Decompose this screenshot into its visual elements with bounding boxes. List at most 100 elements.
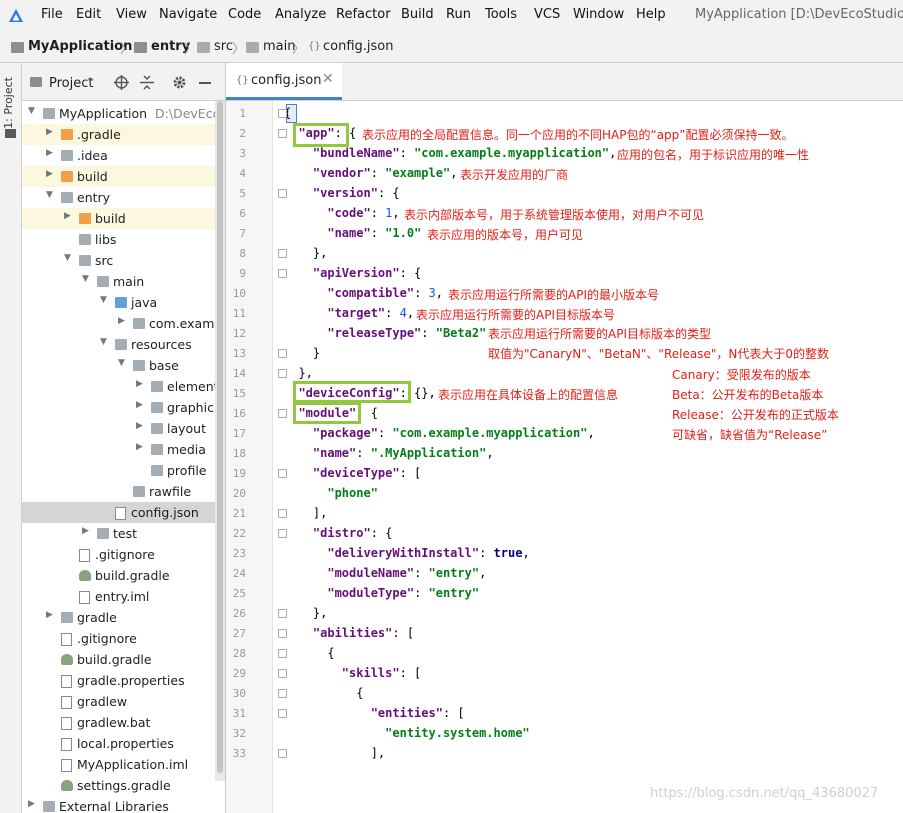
fold-marker-icon[interactable] <box>278 529 287 538</box>
fold-marker-icon[interactable] <box>278 509 287 518</box>
tree-item[interactable]: ▶ media <box>22 439 215 460</box>
expanded-arrow-icon[interactable]: ▼ <box>118 358 125 368</box>
collapsed-arrow-icon[interactable]: ▶ <box>136 421 143 431</box>
tree-item[interactable]: ▶ External Libraries <box>22 796 215 813</box>
scrollbar-thumb[interactable] <box>217 101 223 773</box>
fold-marker-icon[interactable] <box>278 709 287 718</box>
tree-item[interactable]: MyApplication.iml <box>22 754 215 775</box>
fold-marker-icon[interactable] <box>278 249 287 258</box>
tree-item[interactable]: ▼ MyApplicationD:\DevEcoSt <box>22 103 225 124</box>
fold-marker-icon[interactable] <box>278 409 287 418</box>
tree-item[interactable]: ▶ .idea <box>22 145 215 166</box>
expanded-arrow-icon[interactable]: ▼ <box>100 337 107 347</box>
tree-item[interactable]: ▼ main <box>22 271 215 292</box>
tree-item[interactable]: ▼ entry <box>22 187 215 208</box>
expanded-arrow-icon[interactable]: ▼ <box>46 190 53 200</box>
tree-item[interactable]: ▶ test <box>22 523 215 544</box>
tree-item[interactable]: libs <box>22 229 215 250</box>
expanded-arrow-icon[interactable]: ▼ <box>100 295 107 305</box>
fold-marker-icon[interactable] <box>278 649 287 658</box>
tree-scrollbar[interactable] <box>215 101 225 781</box>
tree-item[interactable]: rawfile <box>22 481 215 502</box>
collapsed-arrow-icon[interactable]: ▶ <box>46 169 53 179</box>
tree-item[interactable]: ▼ java <box>22 292 215 313</box>
expanded-arrow-icon[interactable]: ▼ <box>64 253 71 263</box>
locate-target-icon[interactable] <box>114 75 129 90</box>
collapsed-arrow-icon[interactable]: ▶ <box>118 316 125 326</box>
fold-marker-icon[interactable] <box>278 469 287 478</box>
collapsed-arrow-icon[interactable]: ▶ <box>136 442 143 452</box>
collapsed-arrow-icon[interactable]: ▶ <box>64 211 71 221</box>
tree-item[interactable]: gradlew <box>22 691 215 712</box>
breadcrumb-config[interactable]: config.json <box>323 39 394 54</box>
expanded-arrow-icon[interactable]: ▼ <box>28 106 35 116</box>
collapsed-arrow-icon[interactable]: ▶ <box>136 379 143 389</box>
tree-item[interactable]: .gitignore <box>22 628 215 649</box>
expanded-arrow-icon[interactable]: ▼ <box>82 274 89 284</box>
collapsed-arrow-icon[interactable]: ▶ <box>46 148 53 158</box>
menu-run[interactable]: Run <box>446 7 471 22</box>
menu-edit[interactable]: Edit <box>76 7 101 22</box>
tree-item[interactable]: settings.gradle <box>22 775 215 796</box>
tree-item[interactable]: .gitignore <box>22 544 215 565</box>
fold-marker-icon[interactable] <box>278 629 287 638</box>
tree-item[interactable]: ▶ build <box>22 166 215 187</box>
tree-item[interactable]: ▼ src <box>22 250 215 271</box>
collapsed-arrow-icon[interactable]: ▶ <box>136 400 143 410</box>
menu-help[interactable]: Help <box>636 7 666 22</box>
fold-marker-icon[interactable] <box>278 269 287 278</box>
tab-config-json[interactable]: {} config.json ✕ <box>226 63 342 100</box>
fold-marker-icon[interactable] <box>278 109 287 118</box>
menu-code[interactable]: Code <box>228 7 261 22</box>
fold-marker-icon[interactable] <box>278 369 287 378</box>
breadcrumb-main[interactable]: main <box>263 39 295 54</box>
menu-analyze[interactable]: Analyze <box>275 7 326 22</box>
tree-item[interactable]: local.properties <box>22 733 215 754</box>
tree-item[interactable]: ▶ graphic <box>22 397 215 418</box>
menu-navigate[interactable]: Navigate <box>159 7 217 22</box>
tree-item[interactable]: ▶ gradle <box>22 607 215 628</box>
close-icon[interactable]: ✕ <box>322 71 334 87</box>
menu-window[interactable]: Window <box>573 7 624 22</box>
tree-item[interactable]: config.json <box>22 502 215 523</box>
project-view-selector[interactable]: Project <box>49 76 93 91</box>
fold-marker-icon[interactable] <box>278 689 287 698</box>
fold-marker-icon[interactable] <box>278 189 287 198</box>
menu-vcs[interactable]: VCS <box>534 7 560 22</box>
tree-item[interactable]: entry.iml <box>22 586 215 607</box>
menu-build[interactable]: Build <box>401 7 434 22</box>
tree-item[interactable]: ▶ layout <box>22 418 215 439</box>
fold-marker-icon[interactable] <box>278 749 287 758</box>
menu-refactor[interactable]: Refactor <box>336 7 391 22</box>
fold-marker-icon[interactable] <box>278 669 287 678</box>
fold-marker-icon[interactable] <box>278 129 287 138</box>
breadcrumb-project[interactable]: MyApplication <box>28 39 132 54</box>
tree-item[interactable]: ▶ build <box>22 208 215 229</box>
collapsed-arrow-icon[interactable]: ▶ <box>82 526 89 536</box>
breadcrumb-src[interactable]: src <box>214 39 233 54</box>
tree-item[interactable]: ▼ resources <box>22 334 215 355</box>
menu-tools[interactable]: Tools <box>485 7 517 22</box>
dropdown-arrow-icon[interactable]: ▾ <box>88 76 93 86</box>
window-title: MyApplication [D:\DevEcoStudioPro <box>695 7 903 22</box>
collapsed-arrow-icon[interactable]: ▶ <box>46 610 53 620</box>
tree-item[interactable]: ▶ .gradle <box>22 124 215 145</box>
tree-item[interactable]: build.gradle <box>22 565 215 586</box>
tree-item[interactable]: gradle.properties <box>22 670 215 691</box>
tree-item[interactable]: gradlew.bat <box>22 712 215 733</box>
collapse-all-icon[interactable] <box>140 75 154 90</box>
minimize-icon[interactable] <box>199 82 211 84</box>
collapsed-arrow-icon[interactable]: ▶ <box>46 127 53 137</box>
tree-item[interactable]: profile <box>22 460 215 481</box>
menu-view[interactable]: View <box>116 7 147 22</box>
fold-marker-icon[interactable] <box>278 609 287 618</box>
tree-item[interactable]: ▶ element <box>22 376 219 397</box>
tree-item[interactable]: ▶ com.example <box>22 313 225 334</box>
tree-item[interactable]: build.gradle <box>22 649 215 670</box>
menu-file[interactable]: File <box>41 7 63 22</box>
project-tool-button[interactable]: 1: Project <box>2 77 15 129</box>
gear-icon[interactable] <box>172 75 187 90</box>
fold-marker-icon[interactable] <box>278 349 287 358</box>
collapsed-arrow-icon[interactable]: ▶ <box>28 799 35 809</box>
tree-item[interactable]: ▼ base <box>22 355 215 376</box>
